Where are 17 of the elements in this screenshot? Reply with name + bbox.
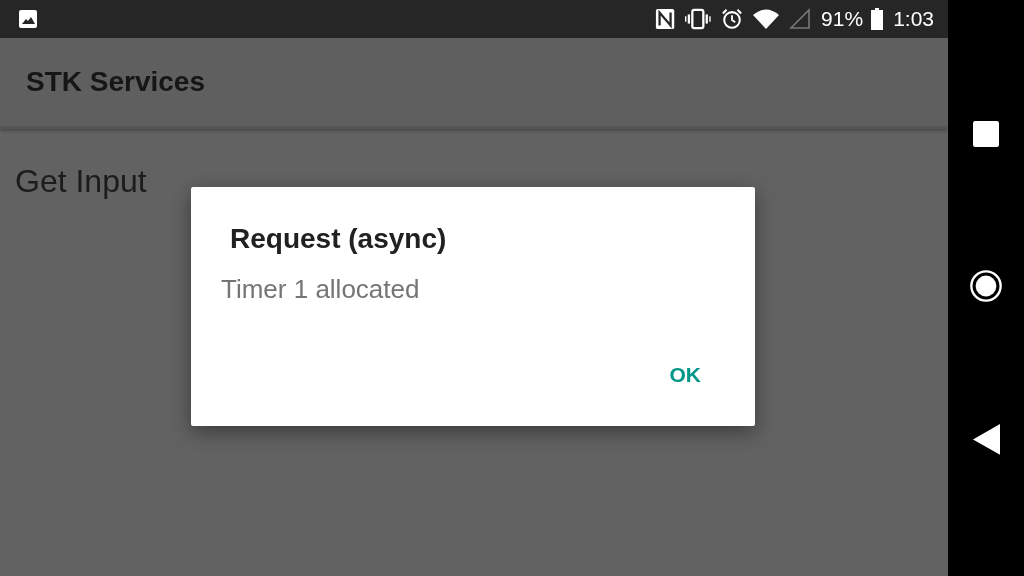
home-icon[interactable] (969, 268, 1003, 303)
menu-item[interactable]: Get Input (15, 163, 147, 199)
battery-percentage: 91% (821, 7, 864, 31)
back-icon[interactable] (972, 424, 1000, 456)
wifi-icon (753, 8, 780, 30)
image-icon (18, 9, 38, 29)
app-title: STK Services (26, 66, 205, 98)
recents-icon[interactable] (973, 120, 999, 147)
battery-icon (871, 8, 884, 30)
nfc-icon (655, 8, 676, 30)
alarm-clock-icon (721, 8, 744, 30)
vibrate-icon (685, 8, 712, 30)
dialog-title: Request (async) (230, 223, 448, 255)
dialog-message: Timer 1 allocated (221, 274, 421, 305)
cell-signal-icon (789, 8, 812, 30)
ok-button[interactable]: OK (645, 355, 725, 395)
clock-time: 1:03 (893, 7, 934, 31)
